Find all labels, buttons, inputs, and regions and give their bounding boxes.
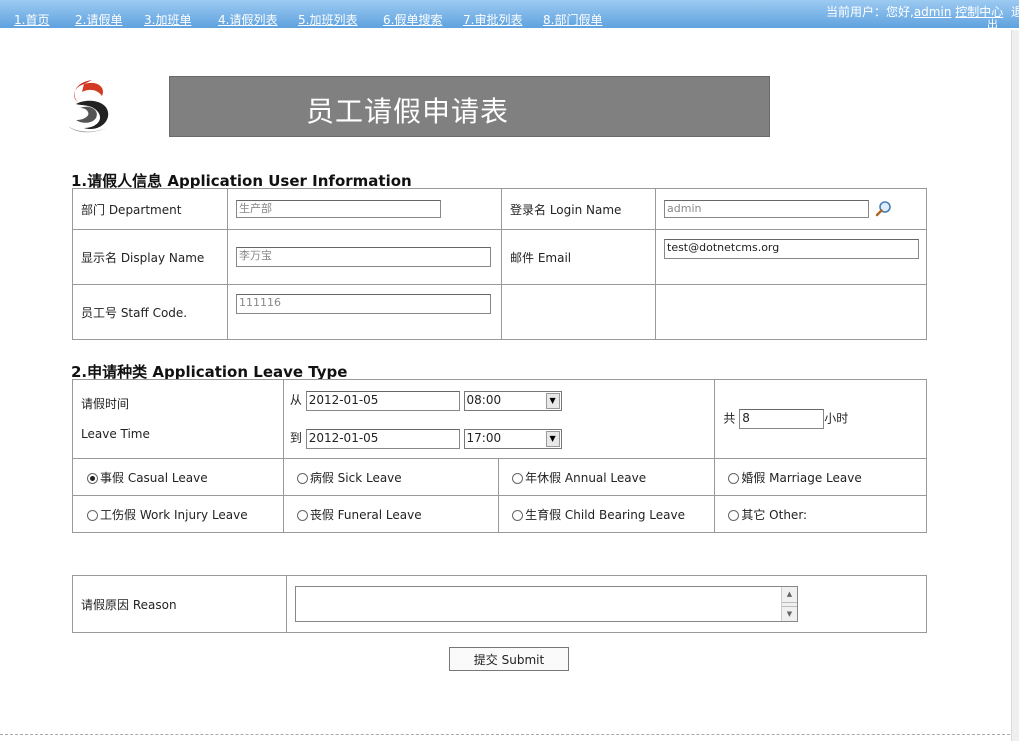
staff-code-label: 员工号 Staff Code. (72, 284, 228, 340)
department-input[interactable]: 生产部 (236, 200, 441, 218)
radio-annual-leave[interactable] (512, 472, 524, 484)
nav-link-approval-list[interactable]: 7.审批列表 (463, 11, 522, 28)
nav-link-leave-form[interactable]: 2.请假单 (75, 11, 122, 28)
leave-type-table: 请假时间 Leave Time 从 2012-01-05 08:00 ▼ 到 20… (72, 379, 927, 533)
nav-link-leave-search[interactable]: 6.假单搜索 (383, 11, 442, 28)
from-time-select[interactable]: 08:00 ▼ (463, 390, 562, 411)
leave-option-label: 丧假 Funeral Leave (309, 507, 422, 522)
current-user-area: 当前用户：您好,admin 控制中心 (826, 3, 1003, 20)
leave-option-annual[interactable]: 年休假 Annual Leave (498, 458, 716, 496)
from-row: 从 2012-01-05 08:00 ▼ (290, 381, 715, 419)
reason-textarea[interactable]: ▲ ▼ (295, 586, 798, 622)
leave-option-label: 年休假 Annual Leave (525, 470, 647, 485)
hours-unit: 小时 (824, 411, 849, 426)
nav-link-home[interactable]: 1.首页 (14, 11, 49, 28)
leave-time-label: 请假时间 Leave Time (72, 379, 284, 459)
to-row: 到 2012-01-05 17:00 ▼ (290, 419, 715, 457)
company-logo-icon (68, 80, 109, 133)
leave-time-cn: 请假时间 (81, 397, 130, 411)
radio-funeral-leave[interactable] (296, 509, 308, 521)
radio-casual-leave[interactable] (87, 472, 98, 484)
nav-link-dept-leave[interactable]: 8.部门假单 (543, 11, 602, 28)
leave-option-marriage[interactable]: 婚假 Marriage Leave (714, 458, 927, 496)
leave-time-range-cell: 从 2012-01-05 08:00 ▼ 到 2012-01-05 17:00 ▼ (282, 379, 716, 459)
nav-link-overtime-form[interactable]: 3.加班单 (144, 11, 191, 28)
email-label: 邮件 Email (501, 229, 656, 285)
chevron-down-icon: ▼ (545, 430, 560, 447)
staff-code-cell: 111116 (227, 284, 502, 340)
to-time-select[interactable]: 17:00 ▼ (463, 428, 562, 449)
display-name-input[interactable]: 李万宝 (236, 247, 491, 267)
leave-option-casual[interactable]: 事假 Casual Leave (72, 458, 284, 496)
leave-option-label: 其它 Other: (741, 507, 808, 522)
department-cell: 生产部 (227, 188, 502, 230)
submit-button[interactable]: 提交 Submit (449, 647, 569, 671)
empty-cell (655, 284, 927, 340)
leave-option-work-injury[interactable]: 工伤假 Work Injury Leave (72, 495, 284, 533)
leave-option-label: 病假 Sick Leave (309, 470, 402, 485)
display-name-label: 显示名 Display Name (72, 229, 228, 285)
from-label: 从 (289, 393, 302, 407)
footer-divider (0, 734, 1010, 735)
nav-link-leave-list[interactable]: 4.请假列表 (218, 11, 277, 28)
reason-cell: ▲ ▼ (286, 575, 927, 633)
leave-option-funeral[interactable]: 丧假 Funeral Leave (282, 495, 500, 533)
leave-option-label: 婚假 Marriage Leave (741, 470, 862, 485)
radio-sick-leave[interactable] (296, 472, 308, 484)
to-time-value: 17:00 (466, 430, 502, 445)
nav-link-overtime-list[interactable]: 5.加班列表 (298, 11, 357, 28)
leave-option-label: 工伤假 Work Injury Leave (100, 507, 248, 522)
to-label: 到 (289, 431, 302, 445)
form-title: 员工请假申请表 (306, 95, 510, 128)
to-date-input[interactable]: 2012-01-05 (305, 428, 460, 449)
scroll-up-icon[interactable]: ▲ (782, 587, 797, 603)
email-input[interactable]: test@dotnetcms.org (664, 239, 919, 259)
staff-code-input[interactable]: 111116 (236, 294, 491, 314)
current-user-prefix: 当前用户：您好, (826, 5, 914, 19)
form-title-banner: 员工请假申请表 (169, 76, 770, 137)
from-date-input[interactable]: 2012-01-05 (305, 390, 460, 411)
total-hours-cell: 共 8 小时 (714, 379, 927, 459)
search-icon[interactable] (875, 200, 893, 218)
reason-label: 请假原因 Reason (72, 575, 287, 633)
scroll-down-icon[interactable]: ▼ (782, 606, 797, 622)
radio-marriage-leave[interactable] (728, 472, 740, 484)
exit-link-tail[interactable]: 出 (987, 16, 998, 32)
total-hours-input[interactable]: 8 (739, 409, 825, 429)
reason-table: 请假原因 Reason ▲ ▼ (72, 575, 927, 633)
vertical-scrollbar[interactable] (1011, 30, 1019, 741)
radio-other-leave[interactable] (728, 509, 740, 521)
department-label: 部门 Department (72, 188, 228, 230)
username-link[interactable]: admin (914, 5, 952, 19)
leave-option-sick[interactable]: 病假 Sick Leave (282, 458, 500, 496)
total-label: 共 (723, 411, 736, 426)
reason-scrollbar[interactable]: ▲ ▼ (781, 587, 797, 621)
leave-time-en: Leave Time (81, 427, 150, 441)
login-input[interactable]: admin (664, 200, 869, 218)
from-time-value: 08:00 (466, 392, 502, 407)
login-cell: admin (655, 188, 927, 230)
email-cell: test@dotnetcms.org (655, 229, 927, 285)
login-label: 登录名 Login Name (501, 188, 656, 230)
logout-link-cut[interactable]: 退 (1011, 3, 1019, 20)
leave-option-other[interactable]: 其它 Other: (714, 495, 927, 533)
user-info-table: 部门 Department 生产部 登录名 Login Name admin 显… (72, 188, 927, 340)
radio-child-bearing-leave[interactable] (512, 509, 524, 521)
empty-cell (501, 284, 656, 340)
leave-option-child-bearing[interactable]: 生育假 Child Bearing Leave (498, 495, 716, 533)
display-name-cell: 李万宝 (227, 229, 502, 285)
leave-option-label: 生育假 Child Bearing Leave (525, 507, 685, 522)
leave-option-label: 事假 Casual Leave (100, 470, 208, 485)
radio-work-injury-leave[interactable] (87, 509, 98, 521)
chevron-down-icon: ▼ (545, 392, 560, 409)
